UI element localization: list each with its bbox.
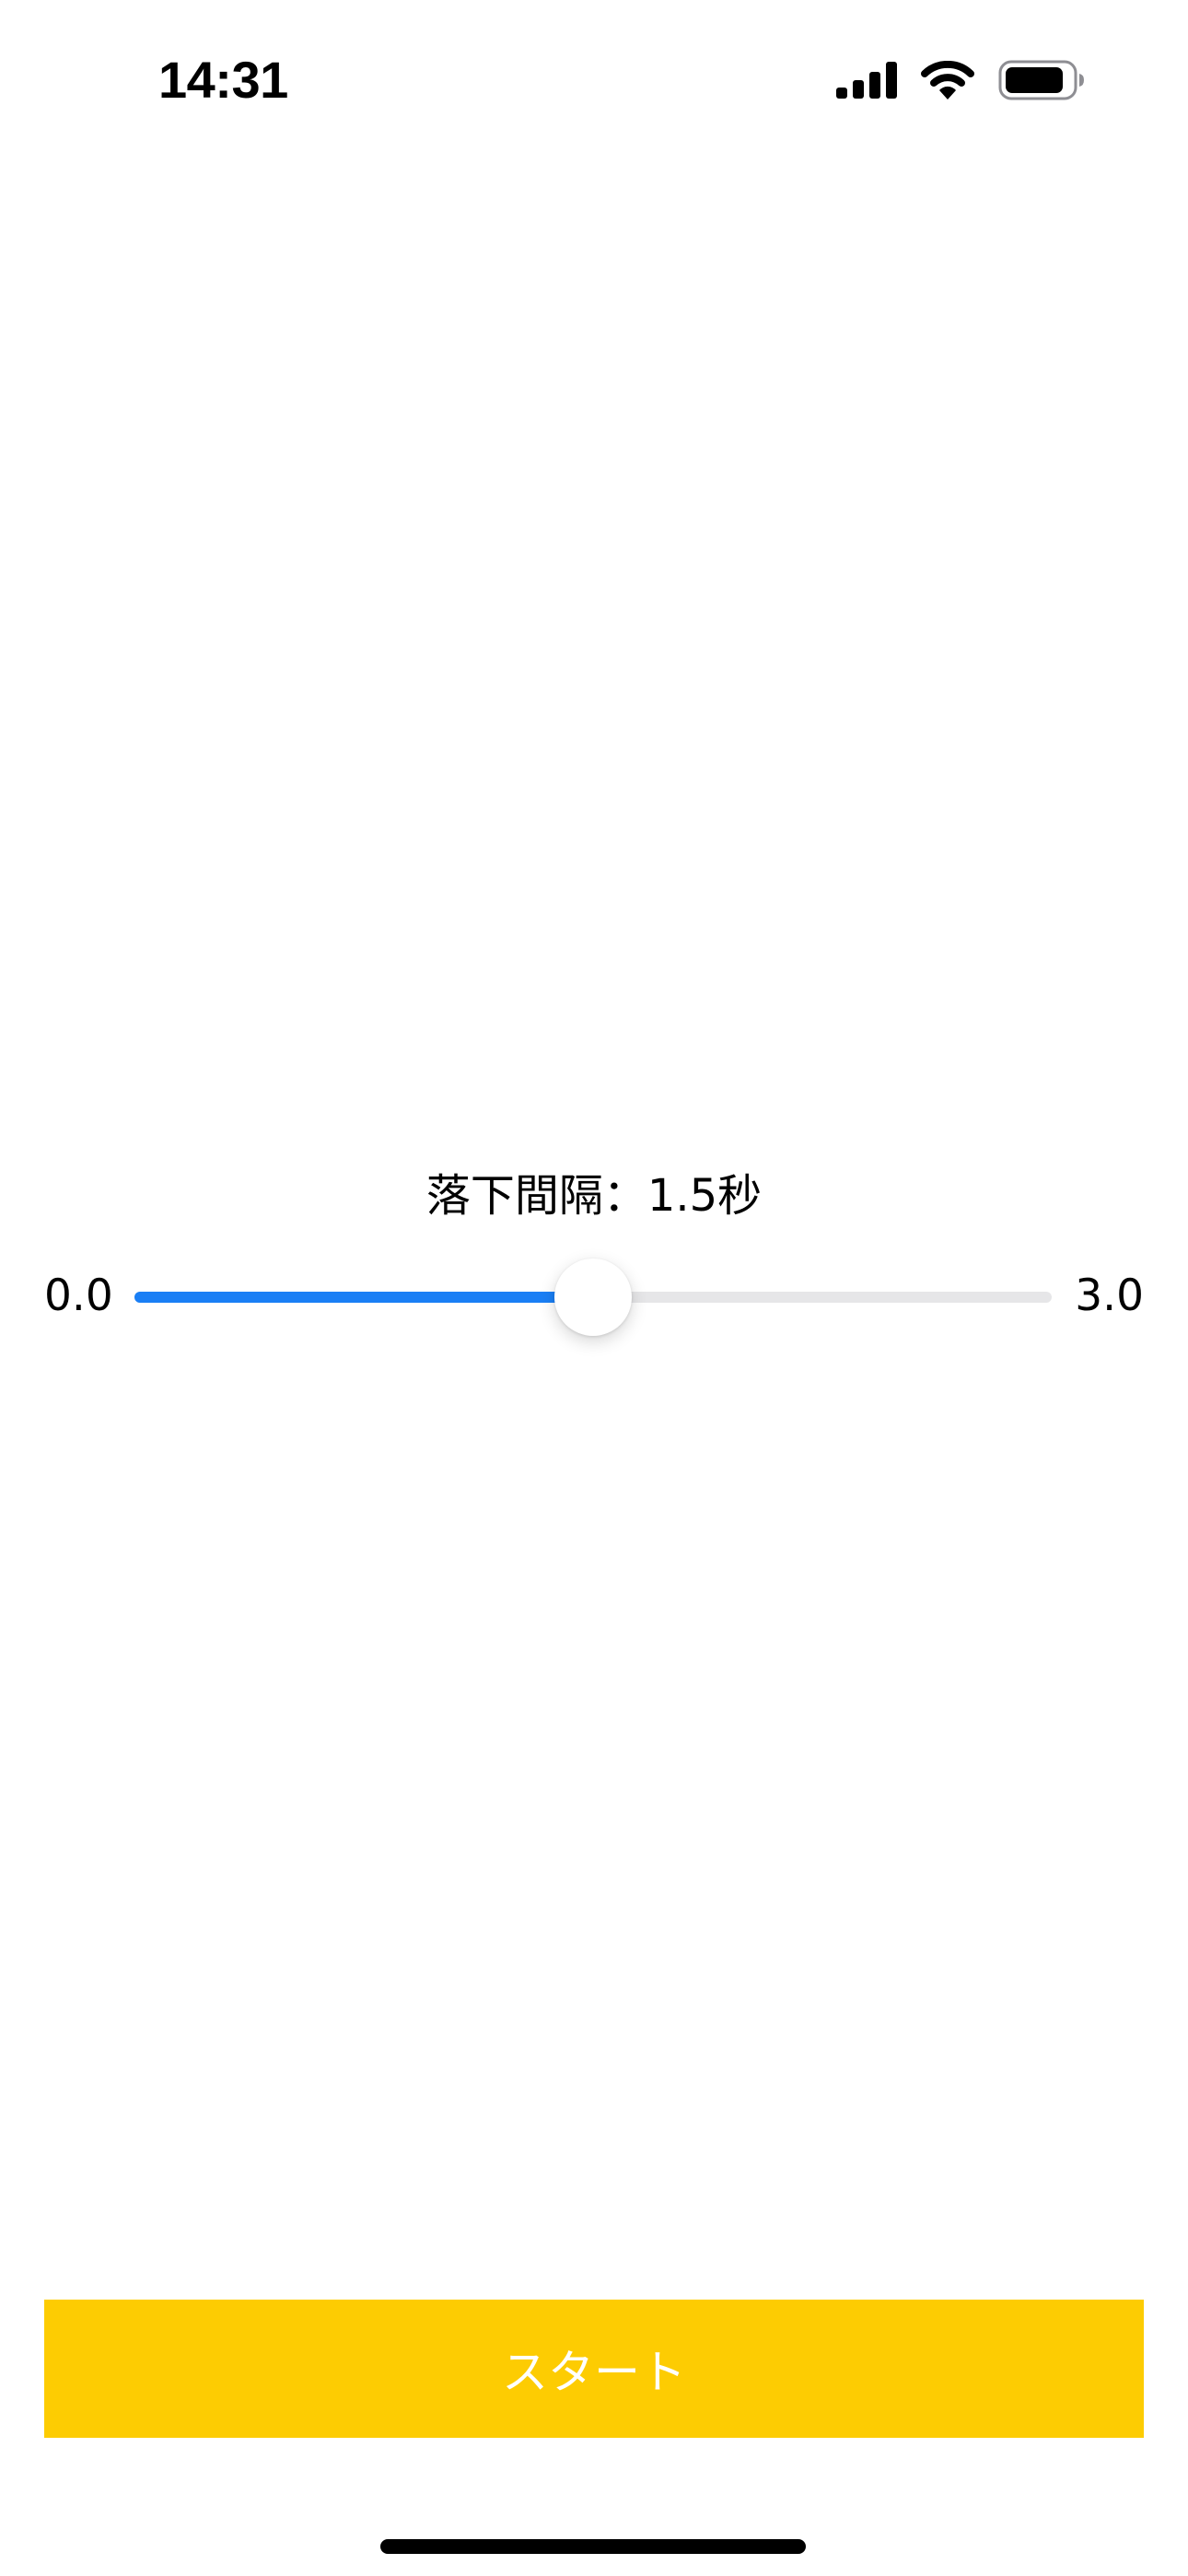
fall-interval-slider[interactable] — [134, 1259, 1052, 1336]
slider-fill — [134, 1292, 593, 1303]
fall-interval-slider-row: 0.0 3.0 — [0, 1255, 1188, 1338]
battery-icon — [998, 60, 1085, 100]
start-button[interactable]: スタート — [44, 2300, 1144, 2438]
status-time: 14:31 — [158, 51, 288, 109]
app-screen: 14:31 落下間隔：1.5秒 0.0 3.0 スタート — [0, 0, 1188, 2576]
start-button-label: スタート — [502, 2346, 686, 2399]
status-icons — [836, 55, 1085, 105]
slider-thumb[interactable] — [554, 1259, 632, 1336]
fall-interval-label: 落下間隔：1.5秒 — [425, 1170, 763, 1222]
wifi-icon — [921, 61, 974, 100]
slider-max-label: 3.0 — [1075, 1270, 1144, 1321]
home-indicator — [380, 2539, 806, 2554]
slider-min-label: 0.0 — [44, 1270, 113, 1321]
cellular-signal-icon — [836, 62, 897, 99]
